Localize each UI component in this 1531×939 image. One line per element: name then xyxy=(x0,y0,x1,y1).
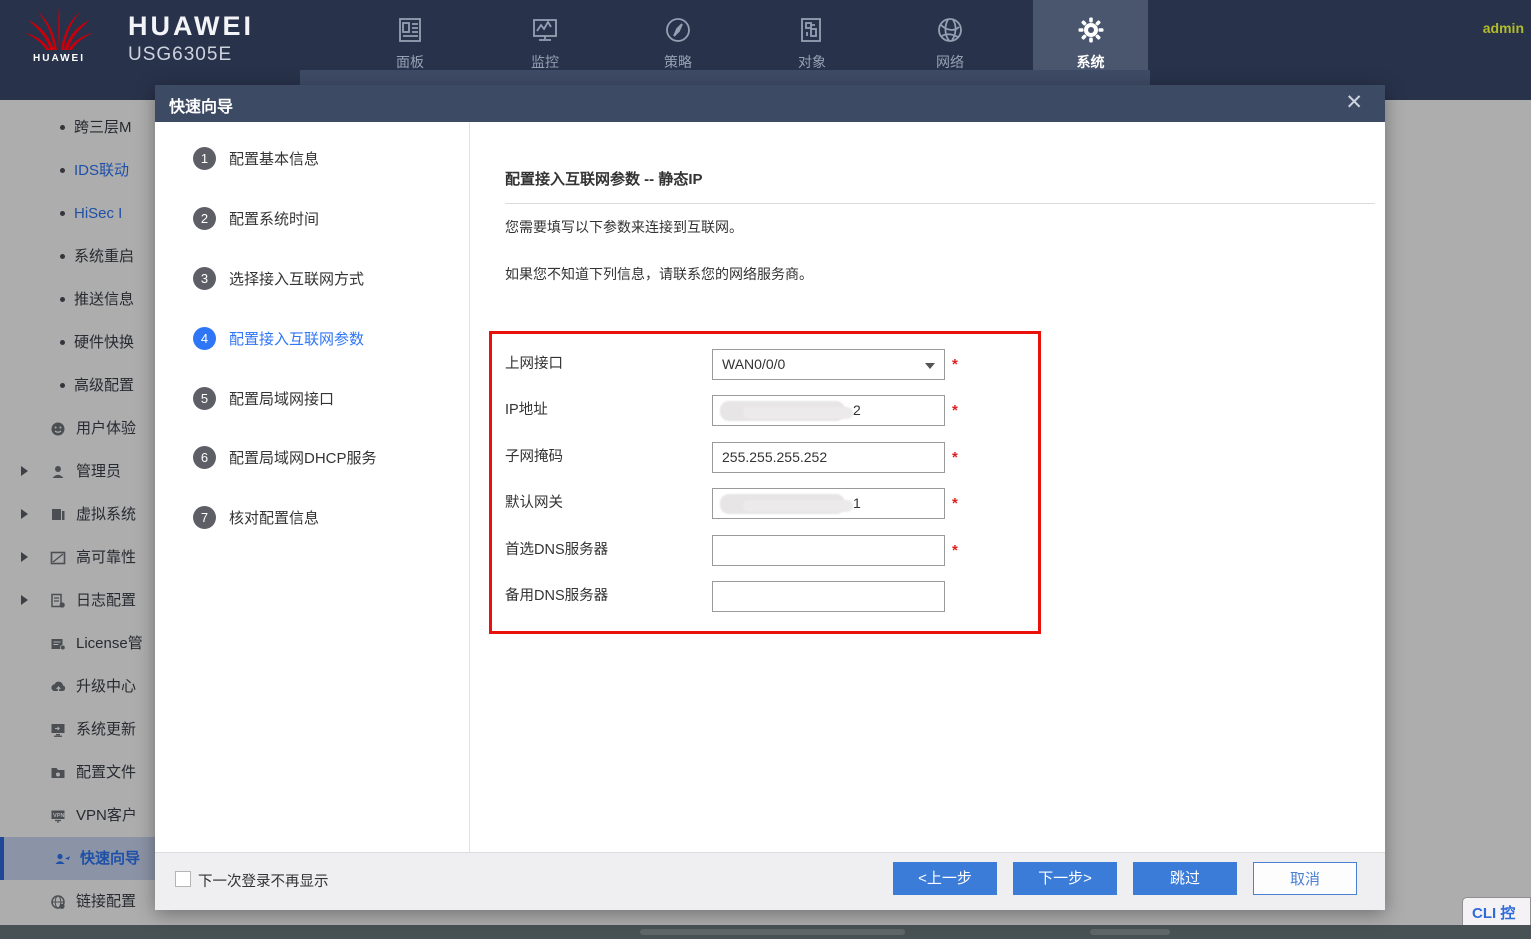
subnet-mask-input[interactable]: 255.255.255.252 xyxy=(712,442,945,473)
top-navigation-bar: HUAWEI HUAWEI USG6305E admin 面板 监控 策略 对象… xyxy=(0,0,1531,70)
required-asterisk: * xyxy=(952,449,958,466)
huawei-logo-icon xyxy=(24,6,94,52)
checkbox-label: 下一次登录不再显示 xyxy=(198,870,329,891)
required-asterisk: * xyxy=(952,542,958,559)
required-asterisk: * xyxy=(952,495,958,512)
previous-step-button[interactable]: <上一步 xyxy=(893,862,997,895)
huawei-logo-caption: HUAWEI xyxy=(24,53,94,64)
object-icon xyxy=(798,16,826,44)
cancel-button[interactable]: 取消 xyxy=(1253,862,1357,895)
device-model: USG6305E xyxy=(128,44,232,66)
required-asterisk: * xyxy=(952,402,958,419)
default-gateway-input[interactable]: 1 xyxy=(712,488,945,519)
system-gear-icon xyxy=(1077,16,1105,44)
next-step-button[interactable]: 下一步> xyxy=(1013,862,1117,895)
dialog-footer: 下一次登录不再显示 <上一步 下一步> 跳过 取消 xyxy=(155,852,1385,910)
wan-interface-select[interactable]: WAN0/0/0 xyxy=(712,349,945,380)
intro-line-2: 如果您不知道下列信息，请联系您的网络服务商。 xyxy=(505,264,813,284)
intro-line-1: 您需要填写以下参数来连接到互联网。 xyxy=(505,217,743,237)
policy-compass-icon xyxy=(664,16,692,44)
cli-console-button[interactable]: CLI 控 xyxy=(1462,897,1531,925)
heading-divider xyxy=(505,203,1375,204)
skip-button[interactable]: 跳过 xyxy=(1133,862,1237,895)
ip-address-input[interactable]: 2 xyxy=(712,395,945,426)
dont-show-again-checkbox[interactable] xyxy=(175,871,191,887)
monitor-icon xyxy=(531,16,559,44)
dialog-header: 快速向导 ✕ xyxy=(155,85,1385,122)
close-icon[interactable]: ✕ xyxy=(1345,91,1363,115)
quick-wizard-dialog: 快速向导 ✕ 1配置基本信息 2配置系统时间 3选择接入互联网方式 4配置接入互… xyxy=(155,85,1385,910)
content-heading: 配置接入互联网参数 -- 静态IP xyxy=(505,168,703,189)
secondary-dns-input[interactable] xyxy=(712,581,945,612)
redaction-blur xyxy=(743,500,853,512)
dashboard-icon xyxy=(396,16,424,44)
primary-dns-input[interactable] xyxy=(712,535,945,566)
dialog-title: 快速向导 xyxy=(169,93,233,117)
brand-name: HUAWEI xyxy=(128,11,254,42)
wizard-steps-panel: 1配置基本信息 2配置系统时间 3选择接入互联网方式 4配置接入互联网参数 5配… xyxy=(155,122,470,852)
required-asterisk: * xyxy=(952,356,958,373)
redaction-blur xyxy=(743,407,853,419)
chevron-down-icon xyxy=(925,363,935,369)
network-globe-icon xyxy=(936,16,964,44)
logged-in-user[interactable]: admin xyxy=(1483,20,1524,36)
